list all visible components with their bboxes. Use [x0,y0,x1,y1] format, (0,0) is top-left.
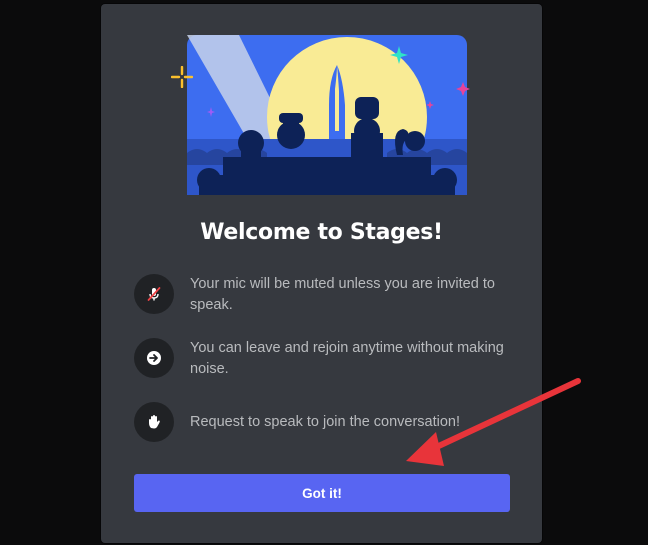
stage-illustration [187,35,467,195]
got-it-button[interactable]: Got it! [134,474,510,512]
feature-text: Your mic will be muted unless you are in… [190,276,495,313]
feature-text: You can leave and rejoin anytime without… [190,340,504,377]
sparkle-icon [426,101,434,109]
dialog-title: Welcome to Stages! [200,220,443,245]
muted-mic-icon [134,274,174,314]
sparkle-icon [207,107,215,117]
sparkle-icon [456,82,470,96]
leave-arrow-icon [134,338,174,378]
welcome-stages-dialog: Welcome to Stages! Your mic will be mute… [101,4,542,543]
feature-text: Request to speak to join the conversatio… [190,414,461,430]
sparkle-icon [171,66,193,88]
sparkle-icon [390,46,408,64]
raised-hand-icon [134,402,174,442]
